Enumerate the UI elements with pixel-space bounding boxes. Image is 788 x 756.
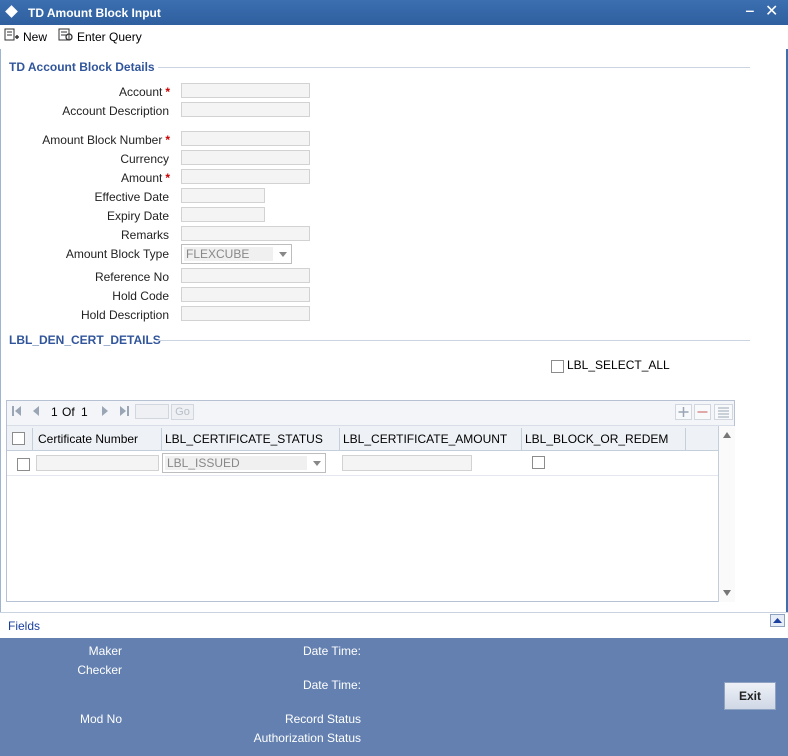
amount-block-number-label: Amount Block Number * [42,133,170,147]
section-title-den-cert: LBL_DEN_CERT_DETAILS [9,333,161,347]
amount-block-type-label: Amount Block Type [65,247,169,261]
checker-label: Checker [77,663,122,677]
column-separator [339,428,340,450]
pager-total: 1 [81,405,88,419]
previous-page-icon[interactable] [32,406,40,419]
page-number-input[interactable] [135,404,169,419]
hold-description-input[interactable] [181,306,310,321]
block-or-redem-checkbox[interactable] [532,456,545,469]
fields-link[interactable]: Fields [8,619,40,633]
record-status-label: Record Status [284,712,361,726]
add-row-button[interactable] [675,404,692,420]
reference-no-input[interactable] [181,268,310,283]
currency-input[interactable] [181,150,310,165]
certificate-number-input[interactable] [36,455,159,471]
pager-of-label: Of [62,405,75,419]
list-view-icon [718,407,729,418]
section-divider [156,340,750,341]
next-page-icon[interactable] [101,406,109,419]
column-header-block-or-redem[interactable]: LBL_BLOCK_OR_REDEM [525,432,668,446]
new-button[interactable]: New [4,28,47,46]
column-separator [32,428,33,450]
minus-icon [697,411,708,413]
select-all-rows-checkbox[interactable] [12,432,25,445]
column-header-certificate-amount[interactable]: LBL_CERTIFICATE_AMOUNT [343,432,507,446]
scroll-up-icon[interactable] [723,432,731,438]
maker-date-time-label: Date Time: [302,644,361,658]
column-separator [161,428,162,450]
minimize-icon[interactable]: ‒ [746,2,754,18]
grid-scrollbar[interactable] [718,426,735,602]
chevron-up-icon [773,618,782,623]
section-divider [158,67,750,68]
hold-description-label: Hold Description [80,308,169,322]
close-icon[interactable]: ✕ [765,1,778,21]
select-all-label: LBL_SELECT_ALL [567,358,670,372]
table-row: LBL_ISSUED [7,451,718,475]
fields-bar [0,612,788,639]
maker-label: Maker [88,644,122,658]
checker-date-time-label: Date Time: [302,678,361,692]
chevron-down-icon [279,252,287,257]
toolbar: New Enter Query [0,25,788,49]
select-all-checkbox[interactable] [551,360,564,373]
delete-row-button[interactable] [694,404,711,420]
certificate-status-select[interactable]: LBL_ISSUED [162,453,326,473]
enter-query-label: Enter Query [77,30,142,44]
authorization-status-label: Authorization Status [253,731,361,745]
first-page-icon[interactable] [12,406,22,419]
plus-icon [678,407,689,417]
row-select-checkbox[interactable] [17,458,30,471]
amount-block-type-select[interactable]: FLEXCUBE [181,244,292,264]
mod-no-label: Mod No [79,712,122,726]
column-separator [685,428,686,450]
account-input[interactable] [181,83,310,98]
certificate-amount-input[interactable] [342,455,472,471]
account-label: Account * [118,85,170,99]
last-page-icon[interactable] [119,406,129,419]
column-header-certificate-status[interactable]: LBL_CERTIFICATE_STATUS [165,432,323,446]
chevron-down-icon [313,461,321,466]
exit-button[interactable]: Exit [724,682,776,710]
remarks-label: Remarks [120,228,169,242]
go-button[interactable]: Go [171,404,194,420]
grid-pager [7,401,734,426]
row-divider [7,475,718,476]
effective-date-input[interactable] [181,188,265,203]
single-view-button[interactable] [714,404,733,420]
column-header-certificate-number[interactable]: Certificate Number [38,432,138,446]
collapse-button[interactable] [770,614,785,627]
query-icon [58,28,74,47]
pager-current: 1 [51,405,58,419]
new-document-icon [4,28,20,47]
scroll-down-icon[interactable] [723,590,731,596]
column-separator [521,428,522,450]
currency-label: Currency [120,152,169,166]
amount-block-type-value: FLEXCUBE [186,247,250,261]
section-title-account-block: TD Account Block Details [9,60,155,74]
reference-no-label: Reference No [94,270,169,284]
remarks-input[interactable] [181,226,310,241]
account-description-label: Account Description [62,104,169,118]
expiry-date-label: Expiry Date [106,209,169,223]
app-diamond-icon [5,5,18,18]
expiry-date-input[interactable] [181,207,265,222]
amount-input[interactable] [181,169,310,184]
hold-code-input[interactable] [181,287,310,302]
title-bar: TD Amount Block Input ‒ ✕ [0,0,788,25]
certificate-status-value: LBL_ISSUED [167,456,240,470]
new-label: New [23,30,48,44]
account-description-input[interactable] [181,102,310,117]
enter-query-button[interactable]: Enter Query [58,28,142,46]
effective-date-label: Effective Date [94,190,169,204]
amount-block-number-input[interactable] [181,131,310,146]
amount-label: Amount * [120,171,170,185]
window-title: TD Amount Block Input [28,6,161,20]
hold-code-label: Hold Code [112,289,169,303]
